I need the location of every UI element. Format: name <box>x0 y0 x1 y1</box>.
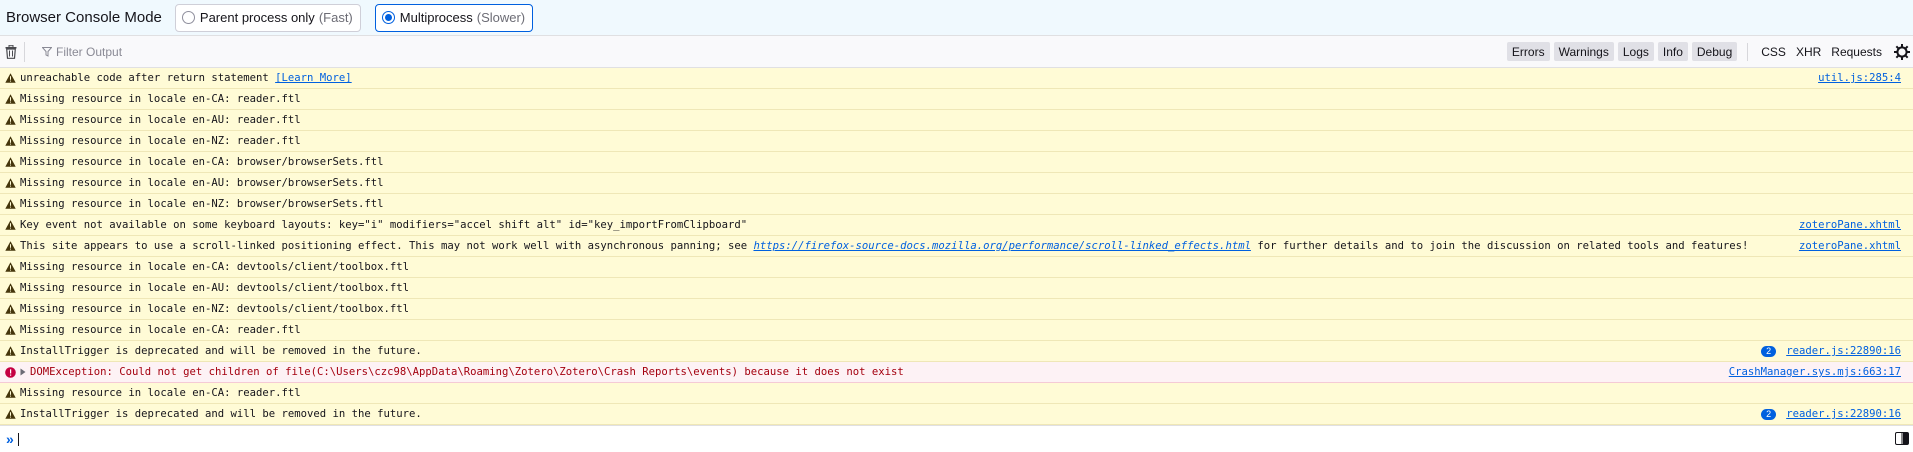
warning-icon <box>0 157 20 167</box>
warning-icon <box>0 325 20 335</box>
log-message[interactable]: Missing resource in locale en-NZ: browse… <box>0 194 1913 215</box>
gear-icon[interactable] <box>1894 43 1910 60</box>
message-text: Missing resource in locale en-CA: browse… <box>20 156 384 168</box>
console-toolbar: Filter Output Errors Warnings Logs Info … <box>0 36 1913 68</box>
filter-requests-button[interactable]: Requests <box>1826 45 1887 59</box>
mode-bar-title: Browser Console Mode <box>6 9 162 26</box>
trash-icon[interactable] <box>4 44 18 60</box>
log-message[interactable]: Missing resource in locale en-CA: reader… <box>0 89 1913 110</box>
message-text: InstallTrigger is deprecated and will be… <box>20 345 422 357</box>
message-text: Missing resource in locale en-CA: reader… <box>20 93 301 105</box>
multiprocess-option[interactable]: Multiprocess (Slower) <box>374 3 534 32</box>
message-url-link[interactable]: https://firefox-source-docs.mozilla.org/… <box>753 240 1250 252</box>
warning-icon <box>0 178 20 188</box>
option-label: Multiprocess <box>399 10 473 25</box>
log-message[interactable]: InstallTrigger is deprecated and will be… <box>0 341 1913 362</box>
warning-icon <box>0 199 20 209</box>
warning-icon <box>0 136 20 146</box>
prompt-chevron-icon: » <box>6 431 14 447</box>
console-mode-bar: Browser Console Mode Parent process only… <box>0 0 1913 36</box>
log-message[interactable]: Missing resource in locale en-CA: browse… <box>0 152 1913 173</box>
log-message[interactable]: Missing resource in locale en-CA: reader… <box>0 320 1913 341</box>
log-message[interactable]: Missing resource in locale en-AU: browse… <box>0 173 1913 194</box>
option-hint: (Slower) <box>476 10 526 25</box>
warning-icon <box>0 73 20 83</box>
warning-icon <box>0 115 20 125</box>
message-text: Missing resource in locale en-AU: browse… <box>20 177 384 189</box>
log-message[interactable]: This site appears to use a scroll-linked… <box>0 236 1913 257</box>
message-source-link[interactable]: util.js:285:4 <box>1818 72 1901 84</box>
log-message[interactable]: unreachable code after return statement … <box>0 68 1913 89</box>
filter-warnings-button[interactable]: Warnings <box>1553 42 1614 61</box>
log-message[interactable]: InstallTrigger is deprecated and will be… <box>0 404 1913 425</box>
message-text: Missing resource in locale en-NZ: browse… <box>20 198 384 210</box>
message-text: InstallTrigger is deprecated and will be… <box>20 408 422 420</box>
warning-icon <box>0 304 20 314</box>
message-source-link[interactable]: reader.js:22890:16 <box>1786 408 1901 420</box>
message-source-link[interactable]: CrashManager.sys.mjs:663:17 <box>1729 366 1901 378</box>
message-text: unreachable code after return statement <box>20 72 276 84</box>
message-text: Missing resource in locale en-CA: reader… <box>20 324 301 336</box>
text-caret <box>17 432 19 446</box>
log-message-error[interactable]: DOMException: Could not get children of … <box>0 362 1913 383</box>
option-hint: (Fast) <box>318 10 353 25</box>
warning-icon <box>0 346 20 356</box>
filter-logs-button[interactable]: Logs <box>1617 42 1654 61</box>
toolbar-divider <box>1747 42 1749 61</box>
filter-input[interactable]: Filter Output <box>42 45 122 59</box>
filter-xhr-button[interactable]: XHR <box>1791 45 1826 59</box>
filter-css-button[interactable]: CSS <box>1756 45 1791 59</box>
message-text: Missing resource in locale en-NZ: reader… <box>20 135 301 147</box>
filter-info-button[interactable]: Info <box>1657 42 1688 61</box>
message-source-link[interactable]: zoteroPane.xhtml <box>1799 219 1901 231</box>
option-label: Parent process only <box>199 10 315 25</box>
console-input[interactable]: » <box>0 425 1913 452</box>
expand-arrow-icon[interactable] <box>20 368 28 376</box>
warning-icon <box>0 388 20 398</box>
message-text: DOMException: Could not get children of … <box>30 366 904 378</box>
log-message[interactable]: Missing resource in locale en-NZ: reader… <box>0 131 1913 152</box>
repeat-count-badge: 2 <box>1761 345 1777 357</box>
log-message[interactable]: Missing resource in locale en-AU: devtoo… <box>0 278 1913 299</box>
message-source-link[interactable]: zoteroPane.xhtml <box>1799 240 1901 252</box>
console-output: unreachable code after return statement … <box>0 68 1913 425</box>
log-message[interactable]: Missing resource in locale en-AU: reader… <box>0 110 1913 131</box>
message-text-after: for further details and to join the disc… <box>1250 240 1749 252</box>
radio-unchecked-icon[interactable] <box>181 11 195 24</box>
toolbar-divider <box>24 41 25 62</box>
warning-icon <box>0 262 20 272</box>
message-text: Missing resource in locale en-NZ: devtoo… <box>20 303 410 315</box>
warning-icon <box>0 220 20 230</box>
message-source-link[interactable]: reader.js:22890:16 <box>1786 345 1901 357</box>
warning-icon <box>0 94 20 104</box>
filter-placeholder: Filter Output <box>56 44 123 59</box>
parent-process-only-option[interactable]: Parent process only (Fast) <box>174 3 361 32</box>
log-message[interactable]: Key event not available on some keyboard… <box>0 215 1913 236</box>
message-text: Missing resource in locale en-CA: reader… <box>20 387 301 399</box>
editor-mode-toggle-icon[interactable] <box>1895 432 1909 448</box>
log-message[interactable]: Missing resource in locale en-CA: devtoo… <box>0 257 1913 278</box>
warning-icon <box>0 241 20 251</box>
error-icon <box>0 366 20 378</box>
filter-icon <box>42 46 52 57</box>
warning-icon <box>0 409 20 419</box>
message-text: Key event not available on some keyboard… <box>20 219 748 231</box>
filter-errors-button[interactable]: Errors <box>1506 42 1550 61</box>
message-text: This site appears to use a scroll-linked… <box>20 240 754 252</box>
message-text: Missing resource in locale en-CA: devtoo… <box>20 261 410 273</box>
repeat-count-badge: 2 <box>1761 408 1777 420</box>
filter-debug-button[interactable]: Debug <box>1691 42 1738 61</box>
learn-more-link[interactable]: [Learn More] <box>275 72 352 84</box>
log-message[interactable]: Missing resource in locale en-CA: reader… <box>0 383 1913 404</box>
message-text: Missing resource in locale en-AU: devtoo… <box>20 282 410 294</box>
warning-icon <box>0 283 20 293</box>
radio-checked-icon[interactable] <box>381 11 395 24</box>
log-message[interactable]: Missing resource in locale en-NZ: devtoo… <box>0 299 1913 320</box>
message-text: Missing resource in locale en-AU: reader… <box>20 114 301 126</box>
